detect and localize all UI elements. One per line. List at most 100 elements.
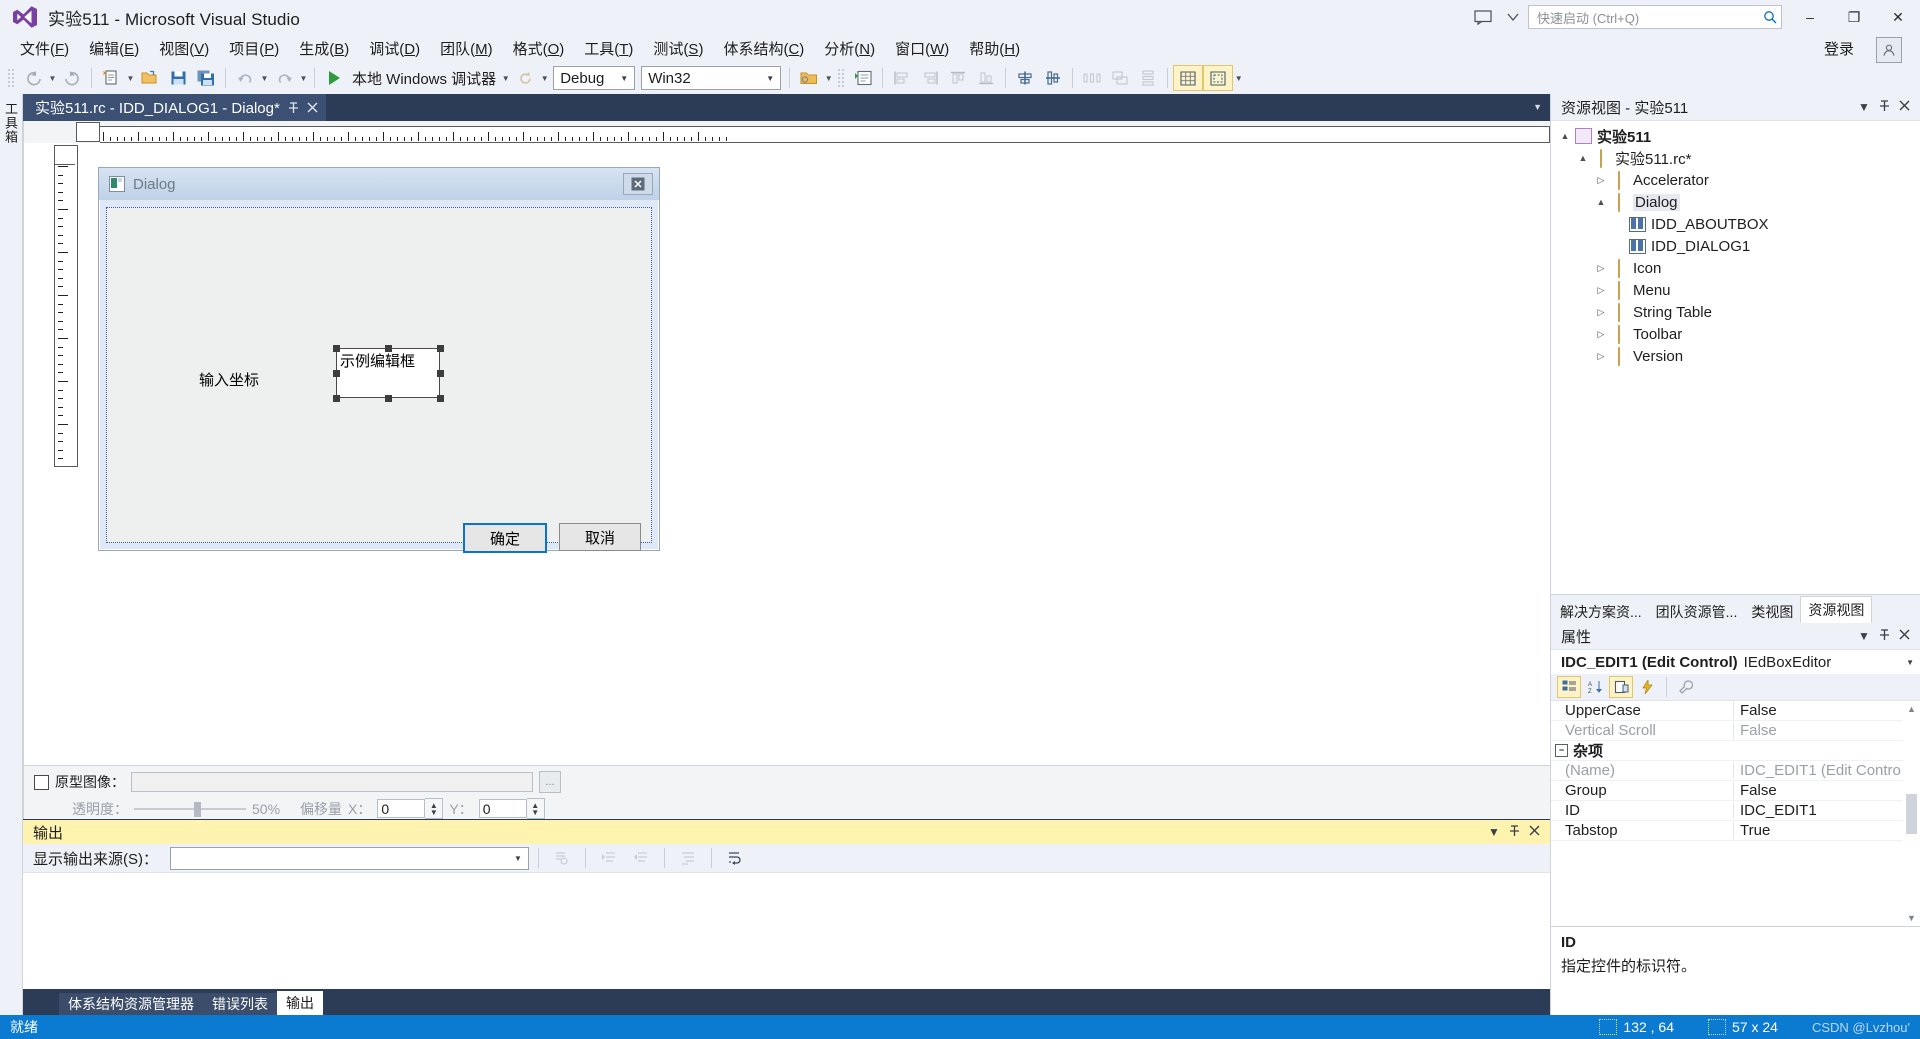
tree-expander-icon[interactable]: ▷ — [1593, 285, 1609, 296]
menu-item-6[interactable]: 调试(D) — [359, 35, 430, 62]
edit-control[interactable]: 示例编辑框 — [336, 348, 440, 398]
start-debug-label[interactable]: 本地 Windows 调试器 — [348, 68, 500, 89]
new-item-icon[interactable] — [97, 66, 125, 90]
new-item-dropdown-arrow-icon[interactable]: ▼ — [125, 74, 136, 83]
property-value[interactable]: False — [1733, 722, 1920, 739]
properties-scrollbar[interactable]: ▲ ▼ — [1903, 701, 1920, 926]
menu-item-12[interactable]: 分析(N) — [814, 35, 885, 62]
start-debug-icon[interactable] — [320, 66, 348, 90]
resource-tree-item[interactable]: ▷ Menu — [1551, 279, 1920, 301]
dialog-client-area[interactable]: 输入坐标 示例编辑框 确定 取消 — [106, 207, 652, 553]
resize-handle-sw[interactable] — [332, 394, 340, 402]
dialog-preview[interactable]: Dialog 输入坐标 示例编辑框 确定 取消 — [98, 167, 660, 553]
go-next-icon[interactable] — [627, 846, 655, 870]
offset-x-spin-buttons[interactable]: ▲ ▼ — [425, 798, 444, 819]
property-value[interactable]: IDC_EDIT1 — [1733, 802, 1920, 819]
property-row[interactable]: ID IDC_EDIT1 — [1551, 801, 1920, 821]
properties-window-icon[interactable] — [849, 66, 877, 90]
tree-expander-icon[interactable]: ▲ — [1557, 131, 1573, 141]
document-tab[interactable]: 实验511.rc - IDD_DIALOG1 - Dialog* — [23, 94, 326, 121]
back-dropdown-arrow-icon[interactable]: ▼ — [47, 74, 58, 83]
close-icon[interactable] — [307, 102, 318, 113]
sign-in-link[interactable]: 登录 — [1824, 38, 1854, 59]
toolbar-overflow-arrow-icon[interactable]: ▼ — [1233, 74, 1244, 83]
open-file-icon[interactable] — [136, 66, 164, 90]
collapse-group-icon[interactable]: − — [1555, 744, 1568, 757]
toggle-guides-icon[interactable] — [1203, 65, 1234, 91]
feedback-icon[interactable] — [1468, 2, 1498, 32]
side-tab-2[interactable]: 团队资源管... — [1649, 600, 1745, 623]
properties-grid[interactable]: UpperCase False Vertical Scroll False − 杂项 (Na… — [1551, 701, 1920, 926]
resource-tree-item[interactable]: ▷ Accelerator — [1551, 169, 1920, 191]
resize-handle-n[interactable] — [384, 344, 392, 352]
prototype-image-path-input[interactable] — [131, 772, 533, 792]
output-tab-3[interactable]: 输出 — [277, 991, 323, 1015]
opacity-slider[interactable] — [134, 801, 246, 817]
events-lightning-icon[interactable] — [1636, 677, 1658, 697]
resource-tree-item[interactable]: ▷ String Table — [1551, 301, 1920, 323]
close-icon[interactable] — [1894, 629, 1914, 643]
go-previous-icon[interactable] — [595, 846, 623, 870]
resize-handle-nw[interactable] — [332, 344, 340, 352]
property-row[interactable]: Vertical Scroll False — [1551, 721, 1920, 741]
size-control-icon[interactable] — [1106, 66, 1134, 90]
align-bottom-icon[interactable] — [972, 66, 1000, 90]
close-icon[interactable] — [1524, 825, 1544, 839]
output-tab-2[interactable]: 错误列表 — [203, 993, 277, 1015]
menu-item-3[interactable]: 视图(V) — [149, 35, 219, 62]
properties-page-icon[interactable] — [1609, 676, 1633, 698]
menu-item-11[interactable]: 体系结构(C) — [713, 35, 814, 62]
resource-tree-item[interactable]: ▷ Icon — [1551, 257, 1920, 279]
center-vertical-icon[interactable] — [1039, 66, 1067, 90]
resource-tree-item[interactable]: ▲ 实验511.rc* — [1551, 147, 1920, 169]
output-source-combo[interactable]: ▼ — [170, 846, 529, 870]
resource-tree-item[interactable]: IDD_DIALOG1 — [1551, 235, 1920, 257]
resource-tree-item[interactable]: ▷ Version — [1551, 345, 1920, 367]
menu-item-1[interactable]: 文件(F) — [10, 35, 79, 62]
undo-icon[interactable] — [231, 66, 259, 90]
dialog-designer-canvas[interactable]: Dialog 输入坐标 示例编辑框 确定 取消 原型图像： ... 透明度： 5… — [23, 121, 1550, 819]
output-tab-1[interactable]: 体系结构资源管理器 — [59, 993, 203, 1015]
resize-handle-ne[interactable] — [436, 344, 444, 352]
close-icon[interactable] — [1894, 100, 1914, 114]
save-icon[interactable] — [164, 66, 192, 90]
property-row[interactable]: UpperCase False — [1551, 701, 1920, 721]
platform-combo[interactable]: Win32 ▼ — [641, 66, 782, 90]
center-horizontal-icon[interactable] — [1011, 66, 1039, 90]
tree-expander-icon[interactable]: ▷ — [1593, 175, 1609, 186]
menu-item-13[interactable]: 窗口(W) — [885, 35, 959, 62]
property-row[interactable]: Group False — [1551, 781, 1920, 801]
tab-list-chevron-icon[interactable]: ▼ — [1533, 102, 1542, 112]
prototype-image-checkbox[interactable] — [34, 774, 49, 790]
alphabetical-sort-icon[interactable]: AZ — [1584, 677, 1606, 697]
scroll-up-icon[interactable]: ▲ — [1907, 701, 1916, 717]
chevron-down-icon[interactable]: ▼ — [1906, 658, 1914, 667]
property-value[interactable]: False — [1733, 782, 1920, 799]
side-tab-3[interactable]: 类视图 — [1744, 600, 1800, 623]
toggle-grid-icon[interactable] — [1173, 65, 1204, 91]
tree-expander-icon[interactable]: ▲ — [1575, 153, 1591, 163]
property-row[interactable]: (Name) IDC_EDIT1 (Edit Contro — [1551, 761, 1920, 781]
offset-y-input[interactable] — [478, 799, 527, 818]
pin-icon[interactable] — [1504, 824, 1524, 840]
maximize-button[interactable]: ❐ — [1832, 0, 1876, 34]
toolbar-grip[interactable] — [837, 68, 847, 88]
start-dropdown-arrow-icon[interactable]: ▼ — [500, 74, 511, 83]
resize-handle-w[interactable] — [332, 369, 340, 377]
undo-dropdown-arrow-icon[interactable]: ▼ — [259, 74, 270, 83]
align-top-icon[interactable] — [944, 66, 972, 90]
offset-y-spin-buttons[interactable]: ▲ ▼ — [526, 798, 545, 819]
account-icon[interactable] — [1876, 37, 1902, 63]
quick-launch-input[interactable]: 快速启动 (Ctrl+Q) — [1528, 5, 1782, 29]
menu-item-10[interactable]: 测试(S) — [643, 35, 713, 62]
output-text-area[interactable] — [23, 873, 1550, 989]
menu-item-7[interactable]: 团队(M) — [430, 35, 503, 62]
browse-button[interactable]: ... — [539, 771, 561, 793]
align-left-icon[interactable] — [888, 66, 916, 90]
cancel-button[interactable]: 取消 — [559, 523, 641, 551]
dialog-close-button[interactable] — [623, 173, 653, 195]
tree-expander-icon[interactable]: ▷ — [1593, 263, 1609, 274]
space-down-icon[interactable] — [1134, 66, 1162, 90]
panel-menu-icon[interactable]: ▼ — [1854, 629, 1874, 643]
property-value[interactable]: IDC_EDIT1 (Edit Contro — [1733, 762, 1920, 779]
